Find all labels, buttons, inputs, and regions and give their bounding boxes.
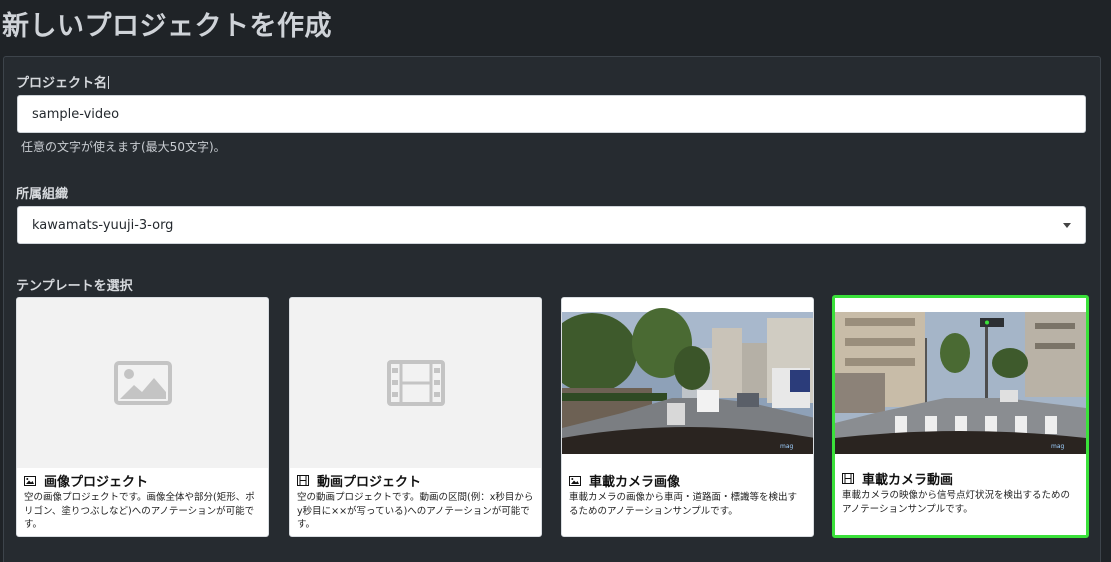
page-title: 新しいプロジェクトを作成 [2,11,332,42]
template-thumbnail-placeholder [290,298,541,468]
template-card-car-camera-video[interactable]: mag 車載カメラ動画 車載カメラの映像から信号点灯状況を検出するためのアノテー… [832,295,1089,538]
template-card-video-project[interactable]: 動画プロジェクト 空の動画プロジェクトです。動画の区間(例：x秒目からy秒目に×… [289,297,542,537]
svg-text:mag: mag [780,443,794,450]
template-card-title: 車載カメラ動画 [835,466,1086,488]
organization-select[interactable]: kawamats-yuuji-3-org [17,206,1086,244]
template-thumbnail-dashcam-video: mag [835,298,1086,466]
text-cursor [108,76,110,89]
image-icon [24,475,36,486]
organization-label: 所属組織 [16,187,69,202]
film-placeholder-icon [386,360,445,406]
project-name-input[interactable]: sample-video [17,95,1086,133]
film-icon [842,473,854,484]
project-name-label: プロジェクト名 [16,76,110,91]
template-card-title: 画像プロジェクト [17,468,268,490]
template-thumbnail-dashcam-image: mag [562,298,813,468]
template-card-title: 車載カメラ画像 [562,468,813,490]
dashcam-intersection-photo: mag [835,312,1086,454]
image-placeholder-icon [113,361,172,405]
template-card-description: 車載カメラの映像から信号点灯状況を検出するためのアノテーションサンプルです。 [842,490,1071,515]
project-name-hint: 任意の文字が使えます(最大50文字)。 [21,140,226,154]
caret-down-icon[interactable] [1063,223,1071,228]
template-card-title: 動画プロジェクト [290,468,541,490]
svg-text:mag: mag [1051,443,1065,450]
image-icon [569,475,581,486]
organization-select-value: kawamats-yuuji-3-org [32,218,174,233]
template-card-description: 空の動画プロジェクトです。動画の区間(例：x秒目からy秒目に××が写っている)へ… [297,492,534,530]
template-label: テンプレートを選択 [16,279,133,294]
template-card-image-project[interactable]: 画像プロジェクト 空の画像プロジェクトです。画像全体や部分(矩形、ポリゴン、塗り… [16,297,269,537]
template-card-description: 空の画像プロジェクトです。画像全体や部分(矩形、ポリゴン、塗りつぶしなど)へのア… [24,492,255,530]
film-icon [297,475,309,486]
template-thumbnail-placeholder [17,298,268,468]
dashcam-street-photo: mag [562,308,813,454]
template-card-description: 車載カメラの画像から車両・道路面・標識等を検出するためのアノテーションサンプルで… [569,492,798,517]
template-card-car-camera-image[interactable]: mag 車載カメラ画像 車載カメラの画像から車両・道路面・標識等を検出するための… [561,297,814,537]
